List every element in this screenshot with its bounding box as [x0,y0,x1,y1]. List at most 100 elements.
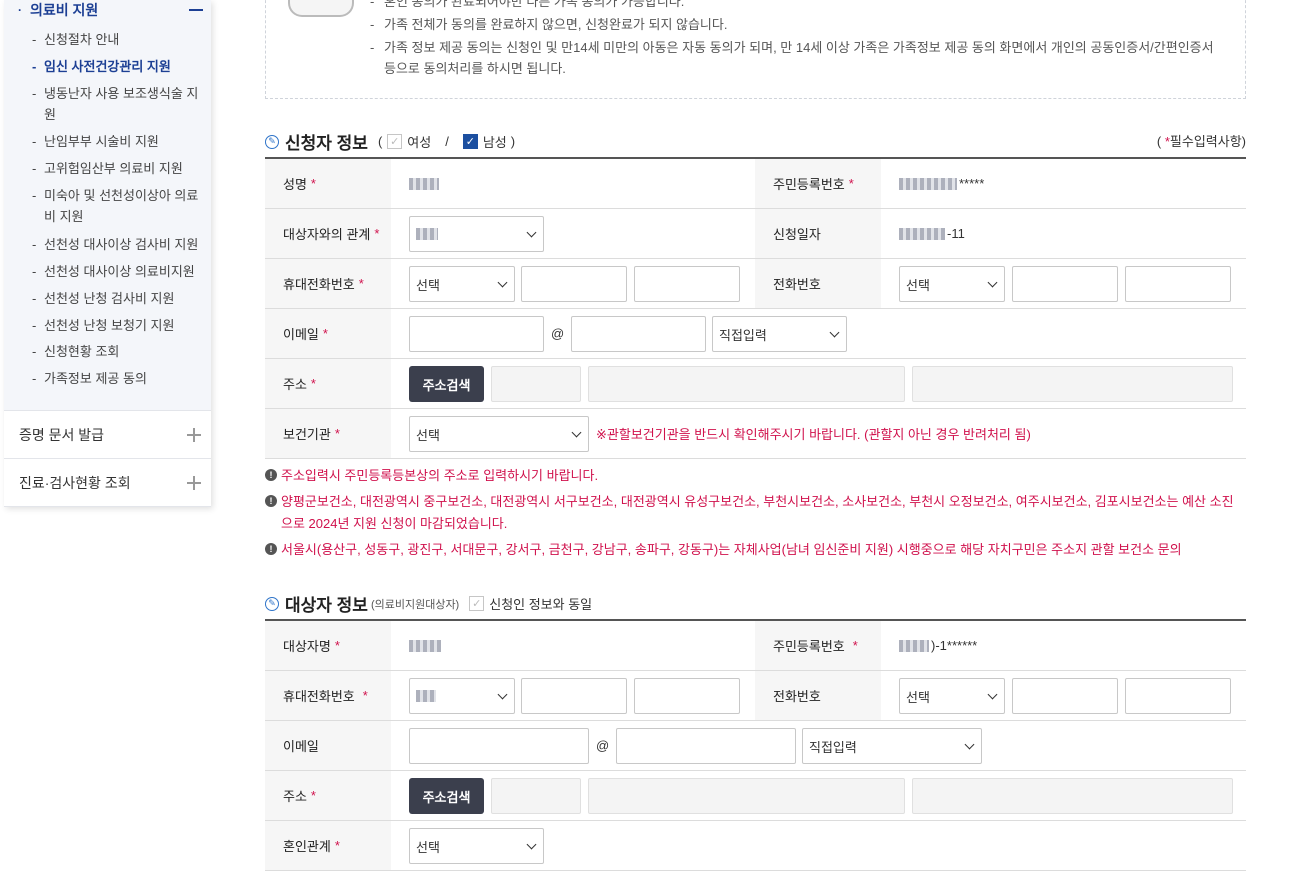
notice-item: 가족 정보 제공 동의는 신청인 및 만14세 미만의 아동은 자동 동의가 되… [370,37,1220,79]
mobile-middle-input[interactable] [521,266,627,302]
required-star: * [310,376,316,391]
required-star: * [310,788,316,803]
divider: / [445,134,449,149]
target-phone-prefix-select[interactable]: 선택 [899,678,1005,714]
address-search-button[interactable]: 주소검색 [409,366,484,402]
label-text: 주민등록번호 [773,177,845,192]
same-as-applicant-checkbox[interactable]: ✓ 신청인 정보와 동일 [469,594,592,613]
label-text: 이메일 [283,327,319,342]
email-label: 이메일 * [265,309,391,358]
rrn-value: ***** [899,159,984,208]
checkbox-label: 남성 [482,135,507,150]
label-text: 전화번호 [773,277,821,292]
health-center-note: ※관할보건기관을 반드시 확인해주시기 바랍니다. (관할지 아닌 경우 반려처… [596,427,1031,442]
target-mobile-label: 휴대전화번호 * [265,671,391,720]
target-address-search-button[interactable]: 주소검색 [409,778,484,814]
expand-icon[interactable] [187,475,201,490]
gender-female-checkbox[interactable]: ✓ 여성 [387,132,431,151]
name-label: 성명 * [265,159,391,208]
label-text: 주소 [283,377,307,392]
warning-text: 주소입력시 주민등록등본상의 주소로 입력하시기 바랍니다. [281,468,599,483]
email-domain-select[interactable]: 직접입력 [712,316,847,352]
zipcode-input[interactable] [491,366,581,402]
row-target-name: 대상자명 * 주민등록번호 * )-1****** [265,621,1246,671]
required-star: * [334,426,340,441]
target-address-main-input[interactable] [588,778,905,814]
target-name-label: 대상자명 * [265,621,391,670]
sidebar-item[interactable]: 선천성 대사이상 검사비 지원 [32,234,202,255]
target-email-id-input[interactable] [409,728,589,764]
relation-label: 대상자와의 관계 * [265,209,391,258]
phone-prefix-select[interactable]: 선택 [899,266,1005,302]
sidebar-item-active[interactable]: 임신 사전건강관리 지원 [32,56,202,77]
select-value: 선택 [906,689,930,705]
target-section-header: ✎ 대상자 정보 (의료비지원대상자) ✓ 신청인 정보와 동일 [265,591,592,616]
sidebar-section-treatment-status[interactable]: 진료·검사현황 조회 [4,459,211,507]
sidebar-section-label: 진료·검사현황 조회 [19,474,131,491]
address-label: 주소 * [265,359,391,408]
mobile-prefix-select[interactable]: 선택 [409,266,515,302]
masked-value [899,639,929,652]
row-email: 이메일 * @ 직접입력 [265,309,1246,359]
section-title: 대상자 정보 [285,596,368,615]
relation-select[interactable] [409,216,544,252]
at-sign: @ [551,326,565,341]
health-center-select[interactable]: 선택 [409,416,589,452]
section-title: 신청자 정보 [285,134,368,153]
address-main-input[interactable] [588,366,905,402]
chevron-down-icon [526,227,537,238]
mobile-label: 휴대전화번호 * [265,259,391,308]
apply-date-label: 신청일자 [755,209,881,258]
sidebar-section-label: 의료비 지원 [30,2,99,18]
marriage-label: 혼인관계 * [265,821,391,870]
target-email-domain-select[interactable]: 직접입력 [802,728,982,764]
sidebar-item[interactable]: 선천성 난청 보청기 지원 [32,315,202,336]
warning-text: 서울시(용산구, 성동구, 광진구, 서대문구, 강서구, 금천구, 강남구, … [281,542,1182,557]
target-phone-last-input[interactable] [1125,678,1231,714]
row-marriage: 혼인관계 * 선택 [265,821,1246,871]
sidebar-item[interactable]: 가족정보 제공 동의 [32,368,202,389]
address-detail-input[interactable] [912,366,1233,402]
sidebar-item[interactable]: 선천성 대사이상 의료비지원 [32,261,202,282]
notice-item: 혼인 동의가 완료되어야만 다른 가족 동의가 가능합니다. [370,0,1220,12]
sidebar-item[interactable]: 신청절차 안내 [32,29,202,50]
target-phone-middle-input[interactable] [1012,678,1118,714]
warning-seoul: ! 서울시(용산구, 성동구, 광진구, 서대문구, 강서구, 금천구, 강남구,… [265,539,1235,561]
sidebar-item[interactable]: 냉동난자 사용 보조생식술 지원 [32,83,202,125]
expand-icon[interactable] [187,427,201,442]
target-zipcode-input[interactable] [491,778,581,814]
target-address-detail-input[interactable] [912,778,1233,814]
target-email-domain-input[interactable] [616,728,796,764]
email-id-input[interactable] [409,316,544,352]
target-mobile-prefix-select[interactable] [409,678,515,714]
checkbox-icon: ✓ [469,596,485,611]
mobile-last-input[interactable] [634,266,740,302]
chevron-down-icon [987,689,998,700]
row-address: 주소 * 주소검색 [265,359,1246,409]
sidebar-item[interactable]: 고위험임산부 의료비 지원 [32,158,202,179]
marriage-select[interactable]: 선택 [409,828,544,864]
sidebar-item[interactable]: 미숙아 및 선천성이상아 의료비 지원 [32,185,202,227]
sidebar-section-certificates[interactable]: 증명 문서 발급 [4,411,211,459]
collapse-icon[interactable] [189,9,203,11]
sidebar-section-medical-support[interactable]: · 의료비 지원 [18,0,203,20]
paren-close: ) [510,134,516,149]
target-mobile-middle-input[interactable] [521,678,627,714]
masked-value [899,227,945,240]
sidebar-item[interactable]: 난임부부 시술비 지원 [32,131,202,152]
label-text: 보건기관 [283,427,331,442]
exclamation-icon: ! [265,543,277,555]
phone-last-input[interactable] [1125,266,1231,302]
rrn-suffix: )-1****** [931,638,978,653]
label-text: 휴대전화번호 [283,277,355,292]
phone-middle-input[interactable] [1012,266,1118,302]
sidebar-item[interactable]: 선천성 난청 검사비 지원 [32,288,202,309]
notice-list: 혼인 동의가 완료되어야만 다른 가족 동의가 가능합니다. 가족 전체가 동의… [370,0,1220,81]
applicant-form: 성명 * 주민등록번호 * ***** 대상자와의 관계 * 신청일자 -11 휴대전… [265,157,1246,459]
masked-value [409,639,441,652]
required-note: ( *필수입력사항) [1157,131,1246,150]
gender-male-checkbox[interactable]: ✓ 남성 [462,132,507,151]
sidebar-item[interactable]: 신청현황 조회 [32,341,202,362]
target-mobile-last-input[interactable] [634,678,740,714]
email-domain-input[interactable] [571,316,706,352]
